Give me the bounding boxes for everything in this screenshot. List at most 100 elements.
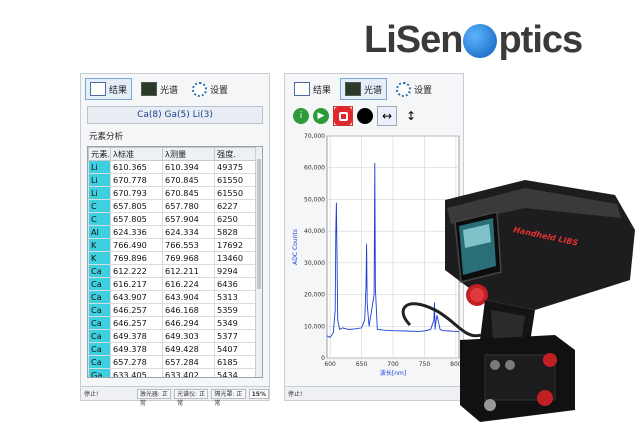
logo-o-sphere-icon	[463, 24, 498, 58]
table-row[interactable]: Li 670.778 670.845 61550	[88, 173, 256, 187]
gear-icon	[192, 81, 208, 97]
tab-spectrum-label: 光谱	[364, 85, 383, 96]
cell-lambda-measured: 649.428	[162, 342, 215, 356]
tab-results[interactable]: 结果	[289, 78, 336, 100]
scrollbar-thumb[interactable]	[257, 159, 261, 289]
tab-settings[interactable]: 设置	[187, 78, 233, 100]
table-row[interactable]: K 769.896 769.968 13460	[88, 251, 256, 265]
cell-intensity: 9294	[214, 264, 256, 278]
table-row[interactable]: Ca 616.217 616.224 6436	[88, 277, 256, 291]
cell-element: Li	[88, 160, 111, 174]
cell-intensity: 6436	[214, 277, 256, 291]
cell-lambda-standard: 657.805	[110, 199, 163, 213]
table-row[interactable]: Li 670.793 670.845 61550	[88, 186, 256, 200]
y-tick-label: 40,000	[304, 228, 325, 235]
table-row[interactable]: Ca 649.378 649.428 5407	[88, 342, 256, 356]
record-icon[interactable]	[357, 108, 373, 124]
cell-intensity: 49375	[214, 160, 256, 174]
cell-lambda-standard: 649.378	[110, 342, 163, 356]
cell-lambda-measured: 624.334	[162, 225, 215, 239]
tab-results-label: 结果	[313, 85, 332, 96]
horizontal-zoom-icon[interactable]: ↔	[377, 106, 397, 126]
tab-settings-label: 设置	[414, 85, 433, 96]
table-row[interactable]: Ca 646.257 646.294 5349	[88, 316, 256, 330]
table-row[interactable]: Ca 612.222 612.211 9294	[88, 264, 256, 278]
tab-spectrum[interactable]: 光谱	[340, 78, 388, 100]
stop-icon	[334, 107, 352, 125]
table-scrollbar[interactable]	[255, 147, 262, 377]
cell-element: Ca	[88, 342, 111, 356]
cell-intensity: 5434	[214, 368, 256, 377]
lisen-optics-logo: LiSen ptics	[364, 18, 583, 62]
x-tick-label: 650	[356, 361, 368, 368]
cell-lambda-measured: 610.394	[162, 160, 215, 174]
cell-lambda-standard: 657.805	[110, 212, 163, 226]
spectrum-icon	[141, 82, 158, 96]
cell-intensity: 61550	[214, 186, 256, 200]
cell-lambda-standard: 610.365	[110, 160, 163, 174]
info-icon[interactable]: i	[293, 108, 309, 124]
cell-element: Li	[88, 173, 111, 187]
cell-lambda-measured: 670.845	[162, 173, 215, 187]
table-row[interactable]: C 657.805 657.780 6227	[88, 199, 256, 213]
cell-element: Li	[88, 186, 111, 200]
cell-intensity: 5313	[214, 290, 256, 304]
vertical-zoom-icon[interactable]: ↕	[401, 106, 421, 126]
col-intensity[interactable]: 强度.	[214, 147, 256, 161]
status-laser: 激光器: 正常	[136, 388, 172, 407]
col-element[interactable]: 元素.	[88, 147, 111, 161]
element-table: 元素. λ标准 λ测量 强度. Li 610.365 610.394 49375 Li 6…	[88, 147, 256, 377]
cell-lambda-standard: 670.793	[110, 186, 163, 200]
cell-lambda-measured: 769.968	[162, 251, 215, 265]
table-row[interactable]: Al 624.336 624.334 5828	[88, 225, 256, 239]
cell-intensity: 5349	[214, 316, 256, 330]
cell-lambda-standard: 643.907	[110, 290, 163, 304]
cell-element: K	[88, 238, 111, 252]
results-panel: 结果 光谱 设置 Ca(8) Ga(5) Li(3) 元素分析 元素. λ标准 …	[80, 73, 270, 407]
cell-lambda-measured: 766.553	[162, 238, 215, 252]
tab-settings[interactable]: 设置	[391, 78, 437, 100]
stop-button[interactable]	[333, 106, 353, 126]
table-row[interactable]: Ca 646.257 646.168 5359	[88, 303, 256, 317]
tab-results[interactable]: 结果	[85, 78, 133, 100]
element-table-container: 元素. λ标准 λ测量 强度. Li 610.365 610.394 49375 Li 6…	[87, 146, 263, 378]
tab-spectrum[interactable]: 光谱	[136, 78, 183, 100]
spectrum-controls: i ▶ ↔ ↕	[285, 104, 463, 128]
y-tick-label: 70,000	[304, 133, 325, 140]
table-row[interactable]: Li 610.365 610.394 49375	[88, 160, 256, 174]
table-row[interactable]: C 657.805 657.904 6250	[88, 212, 256, 226]
element-analysis-title: 元素分析	[89, 132, 124, 142]
col-lambda-measured[interactable]: λ测量	[162, 147, 215, 161]
y-tick-label: 50,000	[304, 196, 325, 203]
col-lambda-standard[interactable]: λ标准	[110, 147, 163, 161]
status-battery-percent: 15%	[248, 388, 269, 399]
cell-lambda-measured: 633.402	[162, 368, 215, 377]
x-tick-label: 600	[324, 361, 336, 368]
table-row[interactable]: Ca 649.378 649.303 5377	[88, 329, 256, 343]
table-row[interactable]: K 766.490 766.553 17692	[88, 238, 256, 252]
cell-intensity: 61550	[214, 173, 256, 187]
tab-spectrum-label: 光谱	[160, 85, 179, 96]
spectrum-icon	[345, 82, 362, 96]
cell-element: Ca	[88, 316, 111, 330]
table-row[interactable]: Ca 643.907 643.904 5313	[88, 290, 256, 304]
cell-lambda-standard: 670.778	[110, 173, 163, 187]
cell-lambda-measured: 657.780	[162, 199, 215, 213]
cell-element: Ca	[88, 264, 111, 278]
status-bar: 停止! 激光器: 正常 光谱仪: 正常 隔光罩: 正常 15%	[81, 386, 269, 407]
cell-element: Ca	[88, 277, 111, 291]
table-row[interactable]: Ca 657.278 657.284 6185	[88, 355, 256, 369]
cell-lambda-measured: 670.845	[162, 186, 215, 200]
cell-intensity: 5359	[214, 303, 256, 317]
status-state: 停止!	[288, 391, 303, 398]
cell-lambda-measured: 612.211	[162, 264, 215, 278]
cell-lambda-measured: 657.904	[162, 212, 215, 226]
table-row[interactable]: Ga 633.405 633.402 5434	[88, 368, 256, 377]
cell-intensity: 5377	[214, 329, 256, 343]
cell-element: Ca	[88, 290, 111, 304]
cell-lambda-measured: 649.303	[162, 329, 215, 343]
cell-intensity: 17692	[214, 238, 256, 252]
cell-intensity: 6250	[214, 212, 256, 226]
play-icon[interactable]: ▶	[313, 108, 329, 124]
cell-element: Ga	[88, 368, 111, 377]
